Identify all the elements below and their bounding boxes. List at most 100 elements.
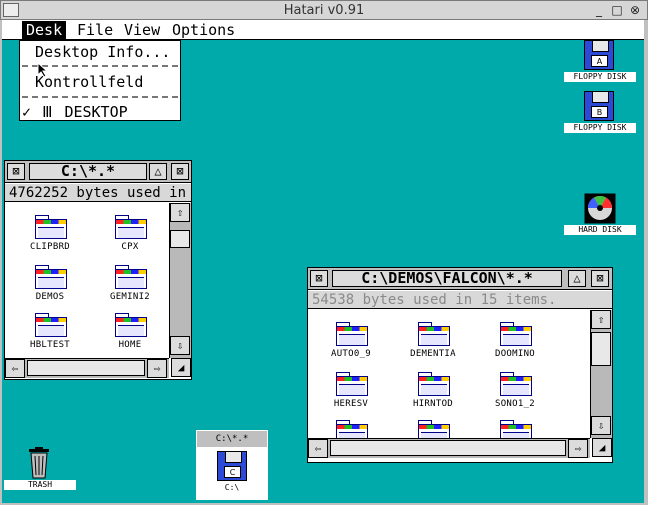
window-close-icon[interactable]: ⊠ [7, 163, 25, 180]
floppy-b-icon[interactable]: B FLOPPY DISK [564, 91, 636, 133]
window-drive-c: ⊠ C:\*.* △ ⊠ 4762252 bytes used in CLIPB… [4, 160, 192, 380]
folder-partial[interactable] [316, 418, 386, 438]
folder-icon [336, 322, 368, 346]
menu-item-desktop-info[interactable]: Desktop Info... [20, 43, 180, 61]
atari-logo-icon: Ⅲ [42, 103, 53, 121]
scroll-right-icon[interactable]: ⇨ [147, 359, 167, 378]
mini-window-title: C:\*.* [197, 431, 267, 447]
window-fullsize-icon[interactable]: ⊠ [171, 163, 189, 180]
menu-item-desktop[interactable]: ✓ Ⅲ DESKTOP [20, 103, 180, 121]
folder-auto0-9[interactable]: AUTO0_9 [316, 320, 386, 366]
folder-icon [418, 420, 450, 438]
folder-icon [35, 215, 67, 239]
scroll-thumb[interactable] [591, 332, 611, 366]
floppy-disk-icon: B [584, 91, 614, 121]
window-falcon: ⊠ C:\DEMOS\FALCON\*.* △ ⊠ 54538 bytes us… [307, 267, 613, 463]
desk-menu-dropdown: Desktop Info... Kontrollfeld ✓ Ⅲ DESKTOP [19, 40, 181, 121]
window-drive-c-hscroll[interactable]: ⇦ ⇨ [5, 358, 169, 378]
window-fullsize-icon[interactable]: ⊠ [591, 270, 609, 287]
folder-dementia[interactable]: DEMENTIA [398, 320, 468, 366]
scroll-left-icon[interactable]: ⇦ [308, 439, 328, 458]
floppy-a-label: FLOPPY DISK [564, 72, 636, 82]
folder-icon [115, 313, 147, 337]
window-drive-c-vscroll[interactable]: ⇧ ⇩ [169, 203, 191, 358]
scroll-right-icon[interactable]: ⇨ [568, 439, 588, 458]
folder-partial[interactable] [480, 418, 550, 438]
drive-c-label: C:\ [217, 483, 247, 493]
trash-can-icon [29, 447, 49, 479]
scroll-thumb[interactable] [170, 230, 190, 248]
floppy-b-label: FLOPPY DISK [564, 123, 636, 133]
hard-disk-glyph-icon [584, 193, 616, 224]
atari-desktop: Desk File View Options Desktop Info... K… [2, 20, 644, 503]
window-title: Hatari v0.91 [283, 2, 365, 18]
folder-hirntod[interactable]: HIRNTOD [398, 370, 468, 416]
folder-home[interactable]: HOME [95, 311, 165, 357]
folder-sono1-2[interactable]: SONO1_2 [480, 370, 550, 416]
window-falcon-vscroll[interactable]: ⇧ ⇩ [590, 310, 612, 438]
maximize-icon[interactable]: □ [609, 3, 625, 18]
menu-view[interactable]: View [120, 21, 164, 39]
folder-icon [418, 322, 450, 346]
window-close-icon[interactable]: ⊠ [310, 270, 328, 287]
scroll-left-icon[interactable]: ⇦ [5, 359, 25, 378]
folder-hbltest[interactable]: HBLTEST [15, 311, 85, 357]
folder-icon [500, 322, 532, 346]
menu-options[interactable]: Options [168, 21, 239, 39]
folder-icon [115, 265, 147, 289]
folder-gemini2[interactable]: GEMINI2 [95, 263, 165, 309]
folder-icon [35, 313, 67, 337]
scroll-down-icon[interactable]: ⇩ [591, 416, 611, 435]
window-falcon-info: 54538 bytes used in 15 items. [308, 291, 612, 309]
trash-icon[interactable]: TRASH [2, 447, 76, 491]
drive-c-icon: C [217, 451, 247, 481]
hard-disk-label: HARD DISK [564, 225, 636, 235]
mini-window-drive-c[interactable]: C:\*.* C C:\ [196, 430, 268, 500]
window-menu-button[interactable] [3, 3, 19, 17]
scroll-up-icon[interactable]: ⇧ [591, 310, 611, 329]
menu-bar: Desk File View Options [2, 20, 644, 40]
window-falcon-content: AUTO0_9 DEMENTIA DOOMINO HERESV HIRNTOD … [308, 310, 590, 438]
folder-demos[interactable]: DEMOS [15, 263, 85, 309]
folder-icon [336, 372, 368, 396]
scroll-up-icon[interactable]: ⇧ [170, 203, 190, 222]
scroll-thumb[interactable] [330, 440, 566, 456]
window-drive-c-info: 4762252 bytes used in [5, 184, 191, 202]
window-drive-c-titlebar[interactable]: ⊠ C:\*.* △ ⊠ [5, 161, 191, 183]
resize-icon[interactable]: ◢ [592, 438, 612, 457]
scroll-down-icon[interactable]: ⇩ [170, 336, 190, 355]
folder-partial[interactable] [398, 418, 468, 438]
folder-icon [35, 265, 67, 289]
window-titlebar: Hatari v0.91 _ □ ⊗ [0, 0, 648, 20]
trash-label: TRASH [4, 480, 76, 490]
window-falcon-title[interactable]: C:\DEMOS\FALCON\*.* [332, 270, 562, 287]
scroll-thumb[interactable] [27, 360, 145, 376]
menu-desk[interactable]: Desk [22, 21, 67, 39]
mouse-pointer-icon [37, 62, 49, 78]
window-falcon-titlebar[interactable]: ⊠ C:\DEMOS\FALCON\*.* △ ⊠ [308, 268, 612, 290]
folder-icon [500, 372, 532, 396]
window-iconify-icon[interactable]: △ [149, 163, 167, 180]
window-falcon-hscroll[interactable]: ⇦ ⇨ [308, 438, 590, 458]
folder-icon [500, 420, 532, 438]
close-icon[interactable]: ⊗ [627, 3, 643, 18]
folder-icon [115, 215, 147, 239]
menu-item-desktop-label: DESKTOP [64, 103, 128, 121]
menu-file[interactable]: File [73, 21, 117, 39]
folder-cpx[interactable]: CPX [95, 213, 165, 259]
floppy-disk-icon: A [584, 40, 614, 70]
window-drive-c-content: CLIPBRD CPX DEMOS GEMINI2 HBLTEST HOME [5, 203, 170, 358]
checkmark-icon: ✓ [22, 103, 32, 121]
folder-icon [336, 420, 368, 438]
folder-doomino[interactable]: DOOMINO [480, 320, 550, 366]
folder-heresv[interactable]: HERESV [316, 370, 386, 416]
folder-icon [418, 372, 450, 396]
floppy-a-icon[interactable]: A FLOPPY DISK [564, 40, 636, 82]
window-drive-c-title[interactable]: C:\*.* [29, 163, 147, 180]
minimize-icon[interactable]: _ [591, 3, 607, 18]
menu-separator [22, 96, 178, 98]
hard-disk-icon[interactable]: HARD DISK [564, 193, 636, 235]
folder-clipbrd[interactable]: CLIPBRD [15, 213, 85, 259]
window-iconify-icon[interactable]: △ [568, 270, 586, 287]
resize-icon[interactable]: ◢ [171, 358, 191, 377]
